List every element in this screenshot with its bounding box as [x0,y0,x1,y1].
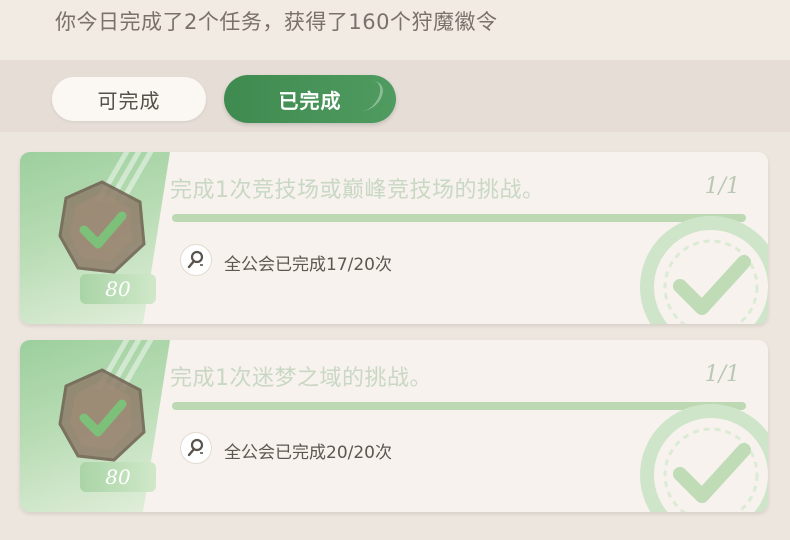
guild-completion-status: 全公会已完成17/20次 [224,255,392,275]
emblem-check-icon [58,180,146,274]
task-card[interactable]: 80 完成1次迷梦之域的挑战。 1/1 全公会已完成20/20次 [20,340,768,512]
completed-stamp-icon [640,216,768,324]
task-progress: 1/1 [704,362,740,387]
task-title: 完成1次迷梦之域的挑战。 [170,366,432,391]
emblem-check-icon [58,368,146,462]
task-screen: 你今日完成了2个任务，获得了160个狩魔徽令 可完成 已完成 80 完成1次竞技… [0,0,790,540]
task-progress: 1/1 [704,174,740,199]
tab-available[interactable]: 可完成 [52,77,206,121]
task-card[interactable]: 80 完成1次竞技场或巅峰竞技场的挑战。 1/1 全公会已完成17/20次 [20,152,768,324]
reward-amount: 80 [80,462,156,492]
tab-completed[interactable]: 已完成 [224,75,396,123]
guild-key-icon [180,244,212,276]
guild-key-icon [180,432,212,464]
tab-decoration [354,81,388,111]
completed-stamp-icon [640,404,768,512]
tab-completed-label: 已完成 [278,88,342,113]
summary-band: 你今日完成了2个任务，获得了160个狩魔徽令 [0,0,790,60]
task-title: 完成1次竞技场或巅峰竞技场的挑战。 [170,178,545,203]
guild-completion-status: 全公会已完成20/20次 [224,443,392,463]
daily-summary: 你今日完成了2个任务，获得了160个狩魔徽令 [55,10,498,34]
reward-amount: 80 [80,274,156,304]
